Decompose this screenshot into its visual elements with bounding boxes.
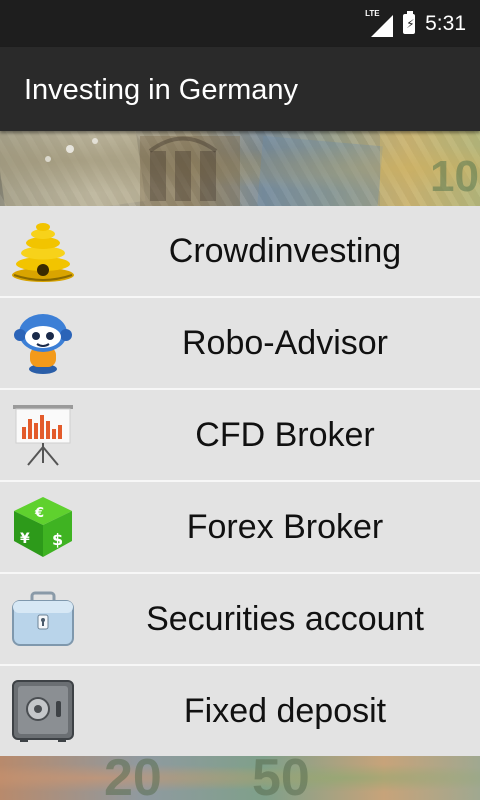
menu-item-label: Robo-Advisor <box>182 324 388 362</box>
investment-menu: Crowdinvesting Robo-Advisor CFD Broker €… <box>0 206 480 758</box>
menu-item-label: CFD Broker <box>195 416 375 454</box>
menu-item-securities-account[interactable]: Securities account <box>0 574 480 666</box>
clock: 5:31 <box>425 11 466 35</box>
menu-item-robo-advisor[interactable]: Robo-Advisor <box>0 298 480 390</box>
svg-text:$: $ <box>52 530 63 549</box>
safe-icon <box>10 679 76 743</box>
svg-text:€: € <box>34 506 44 521</box>
beehive-icon <box>10 219 76 283</box>
robot-icon <box>10 311 76 375</box>
app-bar: Investing in Germany <box>0 47 480 131</box>
menu-item-label: Securities account <box>146 600 424 638</box>
banknote-value: 50 <box>252 756 310 800</box>
menu-item-label: Forex Broker <box>186 508 384 546</box>
banknote-value: 20 <box>104 756 162 800</box>
banknote-illustration: 100 <box>0 131 480 206</box>
menu-item-label: Fixed deposit <box>183 692 387 730</box>
menu-item-cfd-broker[interactable]: CFD Broker <box>0 390 480 482</box>
app-title: Investing in Germany <box>24 74 299 106</box>
lte-signal-icon: LTE <box>365 9 394 37</box>
presentation-chart-icon <box>10 403 76 467</box>
currency-dice-icon: € ¥ $ <box>10 495 76 559</box>
menu-item-crowdinvesting[interactable]: Crowdinvesting <box>0 206 480 298</box>
status-bar: LTE ⚡ 5:31 <box>0 0 480 47</box>
menu-item-fixed-deposit[interactable]: Fixed deposit <box>0 666 480 758</box>
briefcase-lock-icon <box>10 587 76 651</box>
menu-item-forex-broker[interactable]: € ¥ $ Forex Broker <box>0 482 480 574</box>
battery-charging-icon: ⚡ <box>403 10 416 34</box>
euro-banknotes-banner-top: 100 <box>0 131 480 206</box>
status-icons: LTE ⚡ 5:31 <box>365 0 466 47</box>
menu-item-label: Crowdinvesting <box>168 232 402 270</box>
svg-text:¥: ¥ <box>20 531 30 547</box>
svg-text:100: 100 <box>430 152 480 201</box>
euro-banknotes-banner-bottom: 20 50 <box>0 756 480 800</box>
